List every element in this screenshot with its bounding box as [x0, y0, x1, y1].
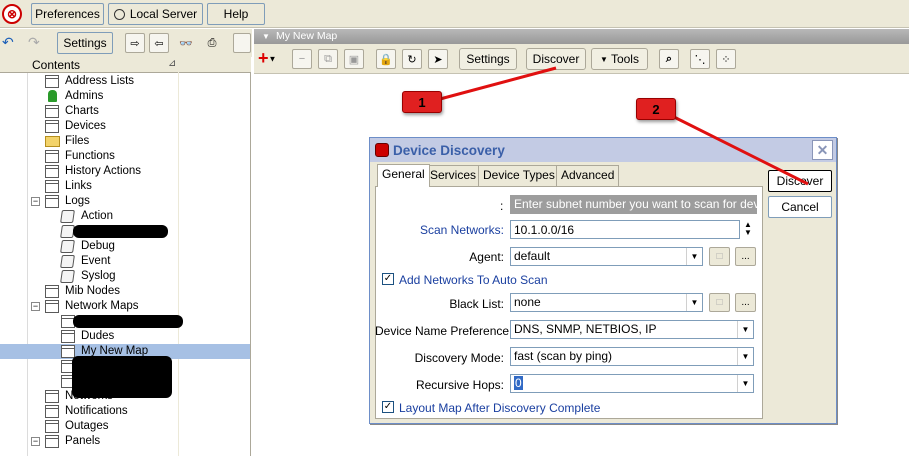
callout-2: 2: [636, 98, 676, 120]
tab-general[interactable]: General: [377, 164, 430, 187]
annotation-arrows: [439, 66, 809, 186]
callout-1: 1: [402, 91, 442, 113]
